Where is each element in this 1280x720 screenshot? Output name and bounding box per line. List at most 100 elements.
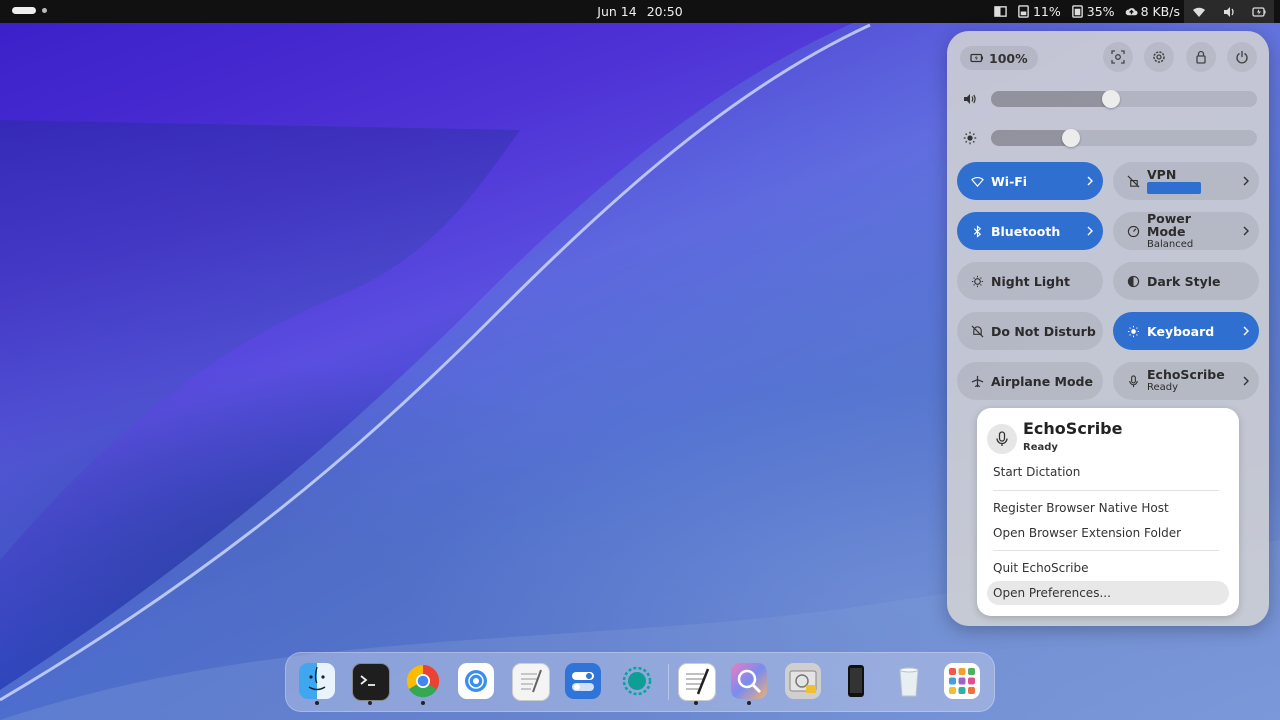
cpu-value: 35% xyxy=(1086,4,1115,19)
dark-style-icon xyxy=(1125,275,1141,288)
trash-icon[interactable] xyxy=(891,663,927,699)
screenshot-button[interactable] xyxy=(1103,42,1133,72)
wifi-icon xyxy=(969,175,985,188)
settings-button[interactable] xyxy=(1144,42,1174,72)
wifi-icon xyxy=(1193,7,1205,17)
system-menu-button[interactable] xyxy=(1184,0,1274,23)
text-editor-icon[interactable] xyxy=(512,663,550,701)
lock-button[interactable] xyxy=(1186,42,1216,72)
airplane-icon xyxy=(969,375,985,388)
dock-separator xyxy=(668,664,669,700)
app-grid-icon[interactable] xyxy=(944,663,980,699)
quit-echoscribe-item[interactable]: Quit EchoScribe xyxy=(987,556,1229,580)
pen-paper-icon[interactable] xyxy=(678,663,716,701)
start-dictation-item[interactable]: Start Dictation xyxy=(987,460,1229,484)
chevron-right-icon[interactable] xyxy=(1233,376,1259,386)
volume-icon xyxy=(961,90,979,108)
battery-status[interactable]: 100% xyxy=(960,46,1038,70)
tile-sublabel: Balanced xyxy=(1147,238,1194,250)
clock-date: Jun 14 xyxy=(597,4,637,19)
tile-label: EchoScribe xyxy=(1147,367,1225,382)
battery-icon xyxy=(970,53,983,63)
echoscribe-menu-header: EchoScribe Ready xyxy=(987,420,1122,454)
brightness-slider[interactable] xyxy=(991,129,1257,147)
chevron-right-icon[interactable] xyxy=(1077,176,1103,186)
memory-icon xyxy=(1018,5,1029,18)
lock-icon xyxy=(1196,50,1206,64)
layout-indicator[interactable] xyxy=(994,5,1007,18)
top-bar: Jun 14 20:50 11% 35% 8 KB/s xyxy=(0,0,1280,23)
volume-icon xyxy=(1224,6,1234,17)
phone-icon[interactable] xyxy=(838,663,874,699)
spinner-icon[interactable] xyxy=(619,663,655,699)
running-indicator xyxy=(421,701,425,705)
night-light-icon xyxy=(969,275,985,288)
tile-label: Bluetooth xyxy=(991,223,1061,239)
chrome-icon[interactable] xyxy=(405,663,441,699)
volume-slider-knob[interactable] xyxy=(1101,90,1120,108)
chevron-right-icon[interactable] xyxy=(1233,226,1259,236)
terminal-icon[interactable] xyxy=(352,663,390,701)
bluetooth-icon xyxy=(969,224,985,238)
microphone-icon xyxy=(1125,374,1141,388)
image-viewer-icon[interactable] xyxy=(731,663,767,699)
open-extension-folder-item[interactable]: Open Browser Extension Folder xyxy=(987,521,1229,545)
tile-vpn[interactable]: VPN xyxy=(1113,162,1259,200)
tile-echoscribe[interactable]: EchoScribe Ready xyxy=(1113,362,1259,400)
chevron-right-icon[interactable] xyxy=(1077,226,1103,236)
menu-title: EchoScribe xyxy=(1023,419,1123,438)
tile-dark-style[interactable]: Dark Style xyxy=(1113,262,1259,300)
tile-label: Wi-Fi xyxy=(991,173,1028,189)
disk-icon[interactable] xyxy=(785,663,821,699)
tile-label: Do Not Disturb xyxy=(991,323,1096,339)
cloud-upload-icon xyxy=(1125,8,1138,16)
memory-value: 11% xyxy=(1032,4,1061,19)
finder-icon[interactable] xyxy=(299,663,335,699)
battery-percentage: 100% xyxy=(989,50,1028,66)
brightness-slider-fill xyxy=(991,130,1071,146)
network-value: 8 KB/s xyxy=(1140,4,1180,19)
gear-icon xyxy=(1153,51,1165,63)
power-button[interactable] xyxy=(1227,42,1257,72)
chevron-right-icon[interactable] xyxy=(1233,176,1259,186)
volume-slider[interactable] xyxy=(991,90,1257,108)
menu-separator xyxy=(993,490,1219,491)
dnd-icon xyxy=(969,325,985,338)
tile-wifi[interactable]: Wi-Fi xyxy=(957,162,1103,200)
system-monitor[interactable]: 11% 35% 8 KB/s xyxy=(994,4,1180,19)
tile-power-mode[interactable]: Power Mode Balanced xyxy=(1113,212,1259,250)
tile-do-not-disturb[interactable]: Do Not Disturb xyxy=(957,312,1103,350)
tile-sublabel: Ready xyxy=(1147,382,1179,393)
running-indicator xyxy=(315,701,319,705)
running-indicator xyxy=(368,701,372,705)
dock xyxy=(285,652,995,712)
network-indicator[interactable]: 8 KB/s xyxy=(1125,4,1180,19)
register-native-host-item[interactable]: Register Browser Native Host xyxy=(987,496,1229,520)
running-indicator xyxy=(694,701,698,705)
chevron-right-icon[interactable] xyxy=(1233,326,1259,336)
tile-label: Keyboard xyxy=(1147,323,1215,339)
memory-indicator[interactable]: 11% xyxy=(1017,4,1061,19)
tile-label: Night Light xyxy=(991,273,1070,289)
safari-icon[interactable] xyxy=(458,663,494,699)
menu-status: Ready xyxy=(1023,442,1058,453)
tile-keyboard[interactable]: Keyboard xyxy=(1113,312,1259,350)
microphone-icon xyxy=(987,424,1017,454)
tile-airplane-mode[interactable]: Airplane Mode xyxy=(957,362,1103,400)
screenshot-icon xyxy=(1111,50,1125,64)
window-layout-icon xyxy=(994,6,1007,17)
power-mode-icon xyxy=(1125,225,1141,238)
toggles-icon[interactable] xyxy=(565,663,601,699)
battery-icon xyxy=(1252,6,1266,17)
tile-bluetooth[interactable]: Bluetooth xyxy=(957,212,1103,250)
tile-label: Airplane Mode xyxy=(991,373,1093,389)
open-preferences-item[interactable]: Open Preferences... xyxy=(987,581,1229,605)
volume-slider-row xyxy=(961,89,1257,109)
running-indicator xyxy=(747,701,751,705)
tile-night-light[interactable]: Night Light xyxy=(957,262,1103,300)
clock-time: 20:50 xyxy=(646,4,683,19)
brightness-slider-knob[interactable] xyxy=(1061,129,1080,147)
keyboard-icon xyxy=(1125,325,1141,338)
cpu-indicator[interactable]: 35% xyxy=(1071,4,1115,19)
vpn-off-icon xyxy=(1125,175,1141,188)
